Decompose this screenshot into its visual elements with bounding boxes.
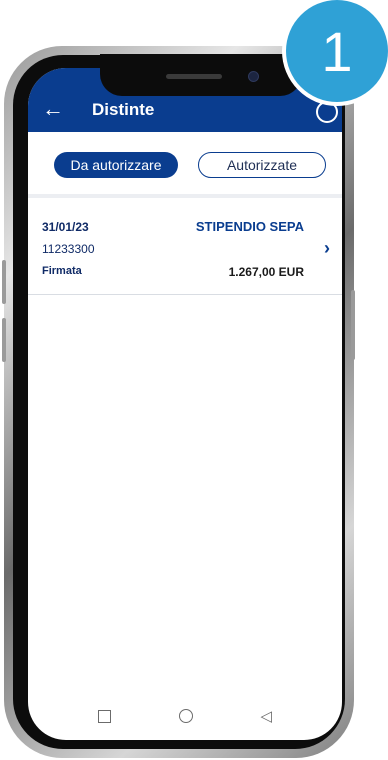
item-status: Firmata [42, 265, 82, 277]
chevron-right-icon[interactable]: › [324, 238, 330, 259]
list-item[interactable]: 31/01/23 STIPENDIO SEPA 11233300 › Firma… [28, 198, 342, 295]
front-camera [248, 71, 259, 82]
recent-apps-icon[interactable] [97, 709, 111, 723]
android-nav-bar: ◁ [28, 692, 342, 740]
back-arrow-icon[interactable]: ← [42, 98, 64, 120]
tab-bar: Da autorizzare Autorizzate [28, 132, 342, 196]
step-number-badge: 1 [286, 0, 388, 102]
item-date: 31/01/23 [42, 220, 89, 234]
tab-da-autorizzare[interactable]: Da autorizzare [54, 152, 178, 178]
phone-screen: ← Distinte Da autorizzare Autorizzate 31… [28, 68, 342, 740]
item-amount: 1.267,00 EUR [228, 265, 304, 279]
header-action-icon[interactable] [316, 101, 338, 123]
back-triangle-icon[interactable]: ◁ [261, 709, 273, 724]
page-title: Distinte [92, 100, 155, 119]
home-icon[interactable] [178, 709, 193, 723]
volume-button [2, 260, 6, 304]
tab-autorizzate[interactable]: Autorizzate [198, 152, 326, 178]
speaker [166, 74, 222, 79]
phone-notch [100, 54, 302, 96]
power-button [351, 290, 355, 360]
item-code: 11233300 [42, 242, 95, 256]
volume-button [2, 318, 6, 362]
item-title: STIPENDIO SEPA [195, 219, 304, 234]
